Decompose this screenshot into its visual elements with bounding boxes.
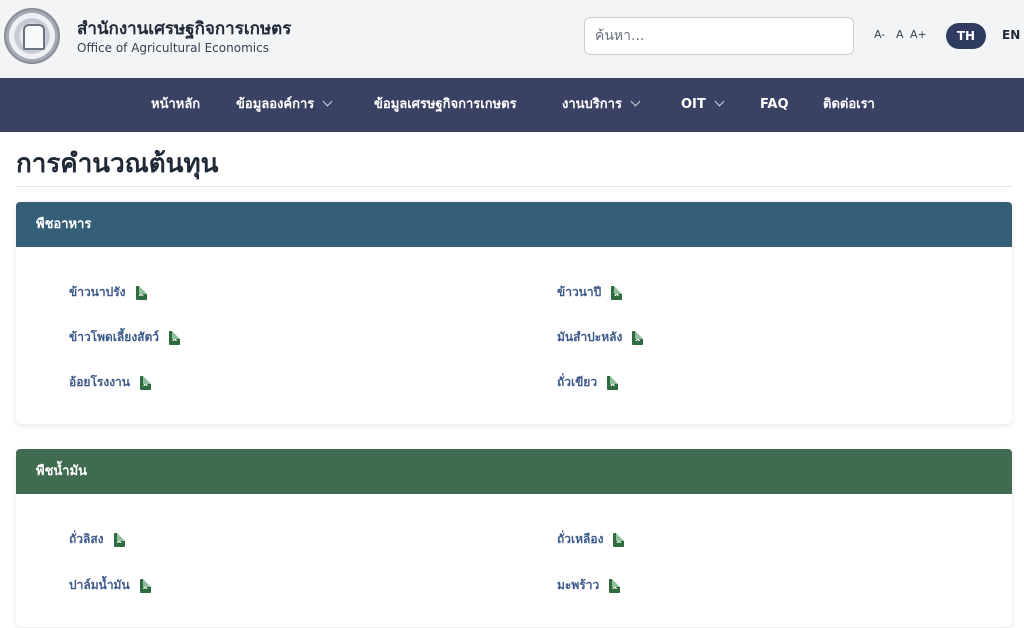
- link-label: ถั่วเหลือง: [557, 532, 604, 546]
- nav-item-label: หน้าหลัก: [151, 97, 201, 112]
- download-link[interactable]: ข้าวนาปี x: [557, 283, 623, 302]
- nav-item-contact[interactable]: ติดต่อเรา: [823, 78, 875, 132]
- site-header: สำนักงานเศรษฐกิจการเกษตร Office of Agric…: [0, 0, 1024, 78]
- excel-file-icon: x: [613, 532, 625, 547]
- excel-file-icon: x: [140, 375, 151, 390]
- search-input[interactable]: [584, 17, 854, 55]
- link-label: มันสำปะหลัง: [557, 330, 623, 344]
- download-link[interactable]: อ้อยโรงงาน x: [69, 373, 151, 392]
- download-link[interactable]: ข้าวนาปรัง x: [69, 283, 147, 302]
- chevron-down-icon: [714, 96, 725, 107]
- nav-item-oit[interactable]: OIT: [681, 78, 725, 132]
- link-label: อ้อยโรงงาน: [69, 375, 130, 389]
- excel-file-icon: x: [135, 285, 147, 300]
- excel-file-icon: x: [632, 330, 644, 345]
- link-label: ข้าวนาปี: [557, 285, 602, 299]
- font-normal-button[interactable]: A: [896, 28, 904, 41]
- nav-item-agri-economics[interactable]: ข้อมูลเศรษฐกิจการเกษตร: [374, 78, 517, 132]
- main-nav: หน้าหลัก ข้อมูลองค์การ ข้อมูลเศรษฐกิจการ…: [0, 78, 1024, 132]
- excel-file-icon: x: [113, 532, 125, 547]
- font-increase-button[interactable]: A+: [910, 28, 927, 41]
- excel-file-icon: x: [609, 578, 621, 593]
- oae-logo[interactable]: [4, 8, 60, 64]
- title-divider: [16, 186, 1012, 187]
- nav-item-label: ข้อมูลเศรษฐกิจการเกษตร: [374, 97, 517, 112]
- section-heading: พืชอาหาร: [16, 202, 1012, 247]
- nav-item-organization[interactable]: ข้อมูลองค์การ: [236, 78, 333, 132]
- download-link[interactable]: ถั่วเหลือง x: [557, 530, 625, 549]
- download-link[interactable]: ข้าวโพดเลี้ยงสัตว์ x: [69, 328, 181, 347]
- font-decrease-button[interactable]: A-: [874, 28, 885, 41]
- chevron-down-icon: [630, 96, 641, 107]
- link-label: ถั่วเขียว: [557, 375, 598, 389]
- section-heading: พืชน้ำมัน: [16, 449, 1012, 494]
- org-name-thai[interactable]: สำนักงานเศรษฐกิจการเกษตร: [77, 15, 291, 42]
- nav-item-label: ติดต่อเรา: [823, 97, 875, 112]
- language-th-button[interactable]: TH: [946, 23, 986, 49]
- excel-file-icon: x: [139, 578, 151, 593]
- link-label: มะพร้าว: [557, 578, 600, 592]
- link-label: ถั่วลิสง: [69, 532, 104, 546]
- page-title: การคำนวณต้นทุน: [16, 149, 219, 179]
- nav-item-label: ข้อมูลองค์การ: [236, 97, 315, 112]
- link-label: ข้าวโพดเลี้ยงสัตว์: [69, 330, 160, 344]
- download-link[interactable]: ถั่วลิสง x: [69, 530, 125, 549]
- nav-item-label: OIT: [681, 97, 706, 112]
- nav-item-services[interactable]: งานบริการ: [562, 78, 641, 132]
- download-link[interactable]: มันสำปะหลัง x: [557, 328, 644, 347]
- language-en-button[interactable]: EN: [1002, 28, 1020, 42]
- download-link[interactable]: ปาล์มน้ำมัน x: [69, 576, 151, 595]
- excel-file-icon: x: [611, 285, 623, 300]
- chevron-down-icon: [322, 96, 333, 107]
- excel-file-icon: x: [607, 375, 619, 390]
- nav-item-label: FAQ: [760, 97, 789, 112]
- org-name-english[interactable]: Office of Agricultural Economics: [77, 41, 269, 55]
- link-label: ข้าวนาปรัง: [69, 285, 126, 299]
- nav-item-faq[interactable]: FAQ: [760, 78, 789, 132]
- excel-file-icon: x: [169, 330, 181, 345]
- link-label: ปาล์มน้ำมัน: [69, 578, 130, 592]
- download-link[interactable]: ถั่วเขียว x: [557, 373, 619, 392]
- nav-item-label: งานบริการ: [562, 97, 622, 112]
- section-card-food-crops: พืชอาหาร ข้าวนาปรัง x ข้าวนาปี x ข้าวโพดเล…: [16, 202, 1012, 424]
- section-card-oil-crops: พืชน้ำมัน ถั่วลิสง x ถั่วเหลือง x ปาล์มน้ำ…: [16, 449, 1012, 627]
- download-link[interactable]: มะพร้าว x: [557, 576, 621, 595]
- nav-item-home[interactable]: หน้าหลัก: [151, 78, 200, 132]
